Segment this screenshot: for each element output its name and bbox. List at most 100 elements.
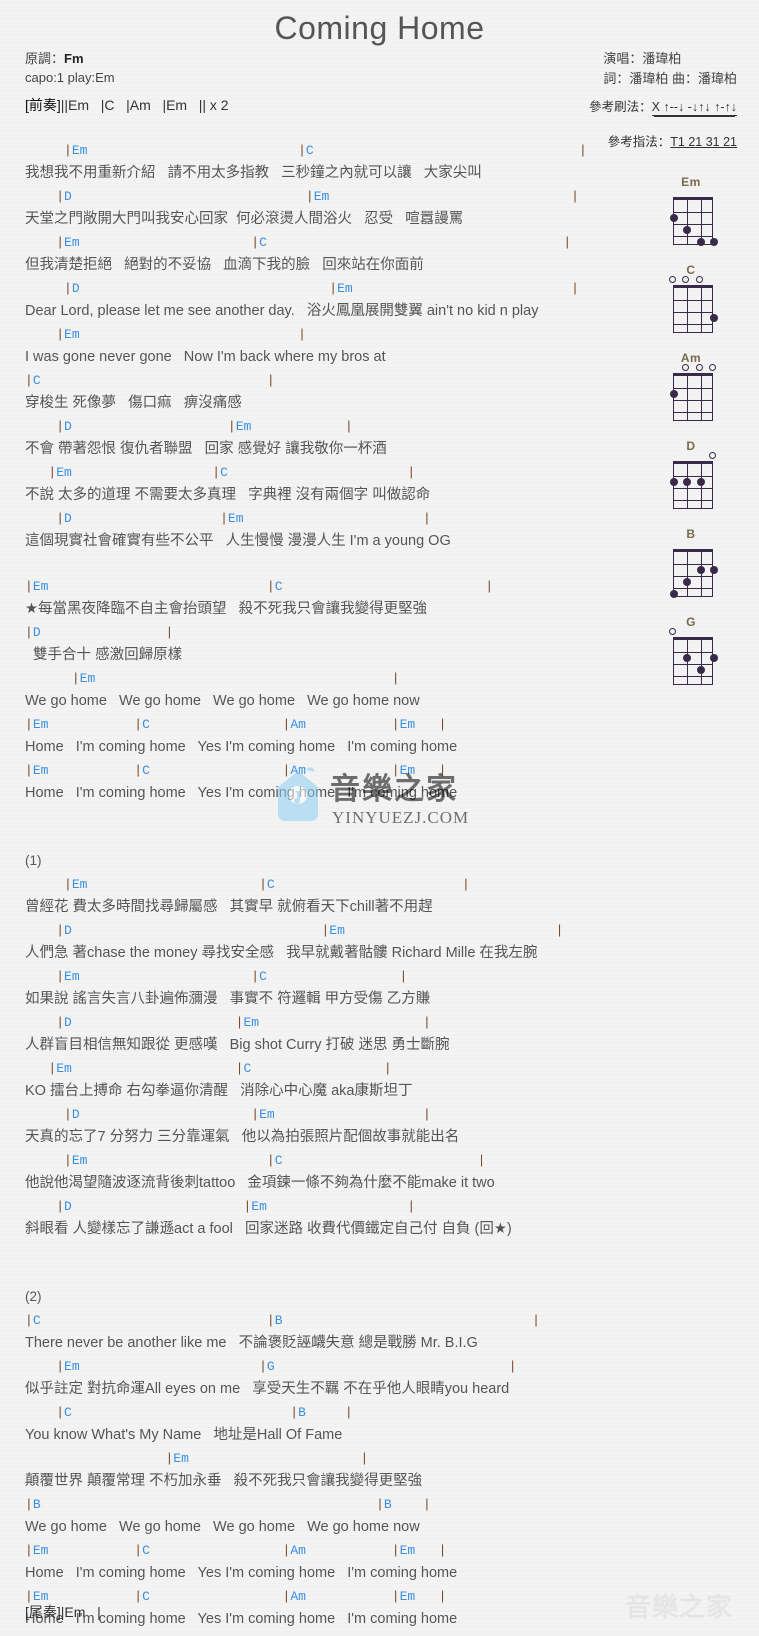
- barline: |: [399, 969, 408, 984]
- string-line: [700, 640, 702, 684]
- barline: |: [134, 1543, 143, 1558]
- watermark-bottom-text: 音樂之家: [625, 1592, 733, 1622]
- open-string-marker: [669, 276, 676, 283]
- chord-diagram-label: B: [686, 527, 696, 541]
- chord-lyric-body: |Em |C | 我想我不用重新介紹 請不用太多指教 三秒鐘之內就可以讓 大家尖叫…: [25, 140, 625, 1632]
- barline: |: [64, 1107, 72, 1122]
- chord-symbol: m: [40, 579, 49, 594]
- chord-line: |D |Em |: [25, 920, 625, 942]
- chord-symbol: C: [142, 763, 150, 778]
- barline: |: [438, 1543, 447, 1558]
- chord-symbol: m: [266, 1107, 275, 1122]
- lyric-line: 顛覆世界 顛覆常理 不朽加永垂 殺不死我只會讓我變得更堅強: [25, 1473, 423, 1489]
- barline: |: [266, 1313, 275, 1328]
- string-line: [687, 640, 689, 684]
- chord-symbol: m: [40, 763, 49, 778]
- barline: |: [508, 1359, 517, 1374]
- chord-symbol: A: [290, 717, 299, 732]
- barline: |: [571, 189, 579, 204]
- chord-symbol: D: [64, 923, 72, 938]
- chord-symbol: E: [259, 1107, 267, 1122]
- open-string-marker: [669, 628, 676, 635]
- barline: |: [298, 327, 306, 342]
- barline: |: [383, 1061, 392, 1076]
- chord-symbol: G: [266, 1359, 275, 1374]
- barline: |: [329, 281, 338, 296]
- chord-line: |C |B |: [25, 1402, 625, 1424]
- barline: |: [25, 1313, 33, 1328]
- chord-symbol: B: [383, 1497, 392, 1512]
- barline: |: [56, 1359, 65, 1374]
- chord-line: |D |Em |: [25, 508, 625, 530]
- chord-line: |Em |C |Am |Em |: [25, 714, 625, 736]
- chord-line: |Em |: [25, 668, 625, 690]
- chord-symbol: E: [235, 419, 244, 434]
- barline: |: [438, 1589, 447, 1604]
- barline: |: [227, 419, 236, 434]
- chord-symbol: C: [142, 1589, 150, 1604]
- finger-dot: [696, 566, 705, 574]
- chord-symbol: A: [290, 1589, 299, 1604]
- barline: |: [25, 579, 33, 594]
- chord-diagram-column: Em C Am D B G: [645, 175, 741, 703]
- lyric-line: 天堂之門敞開大門叫我安心回家 何必滾燙人間浴火 忍受 喧囂謾罵: [25, 211, 464, 227]
- chord-diagram-label: G: [686, 615, 696, 629]
- strum-pattern-label: 參考刷法：: [589, 100, 652, 114]
- finger-dot: [710, 654, 718, 662]
- barline: |: [461, 877, 470, 892]
- chord-symbol: C: [32, 1313, 41, 1328]
- chord-line: |D |Em |: [25, 1012, 625, 1034]
- fret-line: [674, 588, 712, 589]
- chord-symbol: m: [407, 1589, 416, 1604]
- barline: |: [422, 1015, 431, 1030]
- watermark-bottom: 音樂之家: [625, 1586, 745, 1626]
- barline: |: [56, 1015, 65, 1030]
- barline: |: [344, 419, 353, 434]
- picking-pattern-value: T1 21 31 21: [670, 135, 737, 149]
- barline: |: [134, 1589, 143, 1604]
- barline: |: [391, 1543, 400, 1558]
- chord-line: |Em |: [25, 1448, 625, 1470]
- chord-symbol: m: [40, 1543, 49, 1558]
- finger-dot: [670, 214, 678, 222]
- chord-symbol: E: [313, 189, 322, 204]
- chord-symbol: A: [290, 1543, 299, 1558]
- chord-symbol: m: [298, 717, 306, 732]
- intro-chord-sequence: ||Em |C |Am |Em || x 2: [60, 97, 229, 113]
- fret-line: [674, 564, 712, 565]
- credits-row: 詞：潘瑋柏 曲：潘瑋柏: [603, 71, 737, 86]
- verse-label: (2): [25, 1289, 42, 1304]
- chord-symbol: m: [251, 1015, 260, 1030]
- lyric-line: 如果說 謠言失言八卦遍佈瀰漫 事實不 符邏輯 甲方受傷 乙方賺: [25, 991, 431, 1007]
- chord-symbol: E: [251, 1199, 260, 1214]
- chord-diagram-b: B: [645, 527, 741, 609]
- line-spacer: [25, 806, 625, 828]
- strum-pattern-row: 參考刷法：X ↑--↓ -↓↑↓ ↑-↑↓: [589, 96, 737, 116]
- outro-chord-sequence: |Em |: [60, 1604, 101, 1620]
- fret-line: [674, 664, 712, 665]
- barline: |: [134, 717, 143, 732]
- fret-line: [674, 476, 712, 477]
- finger-dot: [670, 478, 678, 486]
- chord-diagram-g: G: [645, 615, 741, 697]
- lyric-line: We go home We go home We go home We go h…: [25, 1519, 420, 1535]
- chord-symbol: m: [337, 923, 345, 938]
- open-string-marker: [709, 364, 716, 371]
- chord-symbol: E: [71, 1153, 80, 1168]
- fret-line: [674, 324, 712, 325]
- chord-line: |Em |G |: [25, 1356, 625, 1378]
- chord-symbol: C: [274, 579, 283, 594]
- chord-symbol: E: [64, 1359, 72, 1374]
- chord-symbol: E: [64, 327, 72, 342]
- barline: |: [25, 1497, 33, 1512]
- verse-label: (1): [25, 853, 42, 868]
- chord-diagram-em: Em: [645, 175, 741, 257]
- lyric-line: 似乎註定 對抗命運All eyes on me 享受天生不羈 不在乎他人眼睛yo…: [25, 1381, 510, 1397]
- chord-line: |B |B |: [25, 1494, 625, 1516]
- chord-symbol: m: [298, 1543, 306, 1558]
- header-meta-right: 演唱：潘瑋柏 詞：潘瑋柏 曲：潘瑋柏: [603, 49, 737, 89]
- lyric-line: 人群盲目相信無知跟從 更感嘆 Big shot Curry 打破 迷思 勇士斷腕: [25, 1037, 450, 1053]
- chord-symbol: E: [56, 465, 65, 480]
- chord-symbol: m: [407, 1543, 416, 1558]
- chord-line: |Em |C |: [25, 140, 625, 162]
